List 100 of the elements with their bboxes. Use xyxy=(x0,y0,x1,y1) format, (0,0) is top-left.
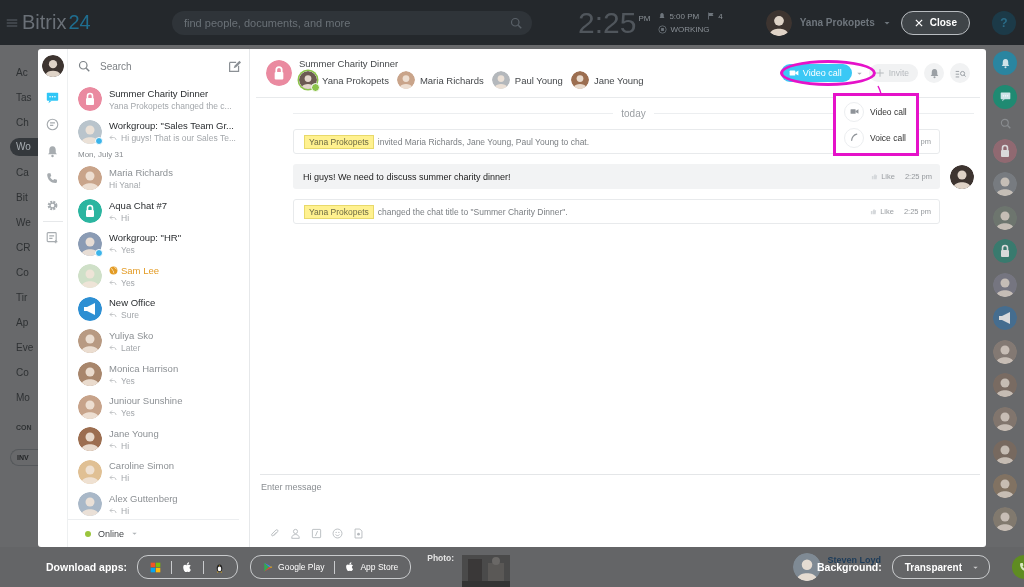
avatar xyxy=(41,55,64,77)
search-button[interactable] xyxy=(950,63,970,83)
menu-item[interactable]: Bit xyxy=(0,185,38,210)
chat-name[interactable]: Alex Guttenberg xyxy=(109,492,178,504)
chat-name[interactable]: Workgroup: "Sales Team Gr... xyxy=(109,120,234,132)
paperclip-icon[interactable] xyxy=(269,528,280,539)
chat-button[interactable] xyxy=(993,84,1017,109)
message-text: changed the chat title to "Summer Charity Dinner". xyxy=(377,206,568,217)
menu-item[interactable]: Ap xyxy=(0,310,38,335)
date-label: Mon, July 31 xyxy=(77,149,125,162)
menu-item[interactable]: Ac xyxy=(0,60,38,85)
message-preview: Hi guys! That is our Sales Te... xyxy=(121,133,236,144)
background-selector[interactable]: Transparent xyxy=(891,555,990,579)
date-divider: today xyxy=(621,108,646,119)
chat-name[interactable]: Workgroup: "HR" xyxy=(109,232,182,244)
compose-icon[interactable] xyxy=(228,59,241,73)
chat-name[interactable]: Juniour Sunshine xyxy=(109,395,183,407)
menu-item[interactable]: Ca xyxy=(0,160,38,185)
member-name[interactable]: Yana Prokopets xyxy=(322,74,389,86)
help-button[interactable]: ? xyxy=(992,10,1016,35)
menu-item[interactable]: Wo xyxy=(10,138,38,156)
chat-name[interactable]: Yuliya Sko xyxy=(109,329,154,341)
download-label: Download apps: xyxy=(46,561,128,573)
chat-name[interactable]: Jane Young xyxy=(109,427,159,439)
avatar xyxy=(993,272,1017,297)
notifications-button[interactable] xyxy=(993,51,1017,75)
notifications-button[interactable] xyxy=(924,63,944,83)
search-icon[interactable] xyxy=(78,60,90,72)
clock-period: PM xyxy=(638,13,651,23)
camera-icon xyxy=(849,107,859,116)
apple-icon xyxy=(182,561,194,573)
member-name[interactable]: Paul Young xyxy=(514,74,563,86)
thumb-icon xyxy=(871,173,879,180)
message-preview: Hi xyxy=(121,440,130,451)
chat-icon[interactable] xyxy=(46,91,59,104)
message-preview: Yes xyxy=(121,277,135,288)
menu-item[interactable]: Ch xyxy=(0,110,38,135)
status-selector[interactable]: Online xyxy=(98,528,124,539)
message-preview: Yes xyxy=(121,408,135,419)
member-name[interactable]: Jane Young xyxy=(593,74,644,86)
phone-icon[interactable] xyxy=(46,172,59,185)
search-icon[interactable] xyxy=(510,16,522,29)
chat-name[interactable]: New Office xyxy=(109,297,156,309)
menu-item[interactable]: Voice call xyxy=(844,127,916,148)
message-preview: Hi xyxy=(121,212,130,223)
play-icon xyxy=(263,562,274,572)
history-icon[interactable] xyxy=(46,118,59,131)
user-tag[interactable]: Yana Prokopets xyxy=(304,134,374,149)
document-icon[interactable] xyxy=(353,528,364,539)
settings-icon[interactable] xyxy=(46,199,59,212)
command-icon[interactable] xyxy=(311,528,322,539)
avatar xyxy=(993,473,1017,498)
menu-icon[interactable] xyxy=(6,16,18,29)
avatar xyxy=(993,339,1017,364)
menu-item[interactable]: Eve xyxy=(0,335,38,360)
chat-name[interactable]: Sam Lee xyxy=(121,264,160,276)
chat-name[interactable]: Aqua Chat #7 xyxy=(109,199,168,211)
smiley-icon[interactable] xyxy=(332,528,343,539)
chat-name[interactable]: Maria Richards xyxy=(109,167,173,178)
plus-icon xyxy=(874,68,885,78)
desktop-apps-button[interactable] xyxy=(137,555,239,579)
chat-name[interactable]: Summer Charity Dinner xyxy=(109,87,209,99)
member-name[interactable]: Maria Richards xyxy=(419,74,484,86)
menu-item[interactable]: Mo xyxy=(0,385,38,410)
apple-icon xyxy=(345,562,356,572)
alarm-time: 5:00 PM xyxy=(669,11,700,21)
avatar xyxy=(993,373,1017,397)
menu-item[interactable]: We xyxy=(0,210,38,235)
person-icon[interactable] xyxy=(290,528,301,539)
message-text: invited Maria Richards, Jane Young, Paul Young to chat. xyxy=(377,136,590,147)
user-tag[interactable]: Yana Prokopets xyxy=(304,204,374,219)
windows-icon xyxy=(150,561,162,573)
bell-icon xyxy=(658,12,667,20)
lock-avatar xyxy=(993,138,1017,163)
avatar xyxy=(950,164,974,189)
close-button[interactable]: Close xyxy=(900,10,970,35)
chat-title: Summer Charity Dinner xyxy=(299,58,400,69)
notes-icon[interactable] xyxy=(46,231,59,244)
store-link[interactable]: App Store xyxy=(345,562,399,572)
store-link[interactable]: Google Play xyxy=(263,562,325,572)
message-preview: Hi Yana! xyxy=(109,180,141,190)
chat-icon xyxy=(999,91,1011,102)
caret-icon[interactable] xyxy=(131,530,138,537)
menu-item[interactable]: Video call xyxy=(844,101,916,122)
avatar xyxy=(993,205,1017,230)
chat-name[interactable]: Caroline Simon xyxy=(109,460,174,472)
message-preview: Sure xyxy=(121,310,139,321)
notifications-icon[interactable] xyxy=(46,145,59,158)
globe-icon xyxy=(109,265,118,275)
search-field[interactable]: find people, documents, and more xyxy=(172,10,532,35)
avatar xyxy=(765,9,792,36)
chat-name[interactable]: Monica Harrison xyxy=(109,362,179,374)
menu-item[interactable]: CR xyxy=(0,235,38,260)
phone-icon xyxy=(849,133,859,142)
message-preview: Later xyxy=(121,342,141,353)
avatar xyxy=(993,406,1017,431)
user-name[interactable]: Yana Prokopets xyxy=(799,17,875,28)
message-text: Hi guys! We need to discuss summer charity dinner! xyxy=(303,171,511,182)
search-icon[interactable] xyxy=(999,118,1011,129)
avatar xyxy=(993,172,1017,196)
